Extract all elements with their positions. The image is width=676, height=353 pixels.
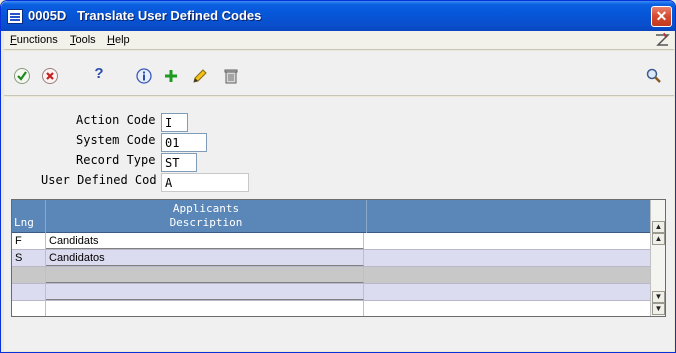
cell-blank xyxy=(367,250,650,266)
cancel-x-icon[interactable] xyxy=(41,67,59,85)
window-title: 0005D Translate User Defined Codes xyxy=(28,8,262,23)
scroll-bottom-button[interactable]: ▼ xyxy=(652,303,665,315)
menu-functions[interactable]: Functions xyxy=(10,34,58,46)
record-type-label: Record Type xyxy=(76,153,156,167)
translate-udc-window: 0005D Translate User Defined Codes ✕ Fun… xyxy=(0,0,676,353)
cell-lng[interactable] xyxy=(12,284,46,300)
close-button[interactable]: ✕ xyxy=(651,6,672,27)
cell-lng[interactable]: F xyxy=(12,233,46,249)
search-magnifier-icon[interactable] xyxy=(645,67,663,85)
table-row[interactable] xyxy=(12,301,650,316)
title-bar[interactable]: 0005D Translate User Defined Codes ✕ xyxy=(1,1,675,31)
cell-blank xyxy=(367,301,650,316)
column-header-description-label: Description xyxy=(169,216,243,229)
add-plus-icon[interactable] xyxy=(162,67,180,85)
scroll-top-button[interactable]: ▲ xyxy=(652,221,665,233)
menu-functions-label: unctions xyxy=(16,34,58,46)
edit-pencil-icon[interactable] xyxy=(191,67,209,85)
record-type-field[interactable]: ST xyxy=(161,153,197,172)
menu-help-label: elp xyxy=(114,34,130,46)
cell-lng[interactable] xyxy=(12,301,46,316)
toolbar: ? xyxy=(4,51,674,96)
system-code-label: System Code xyxy=(76,133,156,147)
cell-description[interactable] xyxy=(46,284,364,300)
cell-blank xyxy=(367,284,650,300)
app-form-icon xyxy=(7,9,23,24)
oneworld-logo-icon xyxy=(654,32,670,48)
menu-help[interactable]: Help xyxy=(107,34,130,46)
cell-lng[interactable] xyxy=(12,267,46,283)
table-row[interactable]: S Candidatos xyxy=(12,250,650,267)
menu-functions-accel: F xyxy=(10,34,17,46)
grid-vertical-scrollbar[interactable]: ▲ ▲ ▼ ▼ xyxy=(650,200,665,316)
action-code-field[interactable]: I xyxy=(161,113,188,132)
user-defined-code-label: User Defined Cod xyxy=(41,173,157,187)
cell-blank xyxy=(367,267,650,283)
column-header-lng-label: Lng xyxy=(14,216,34,229)
cell-blank xyxy=(367,233,650,249)
column-header-description[interactable]: Applicants Description xyxy=(46,200,367,233)
cell-description[interactable]: Candidatos xyxy=(46,250,364,266)
action-code-label: Action Code xyxy=(76,113,156,127)
cell-lng[interactable]: S xyxy=(12,250,46,266)
cell-description[interactable] xyxy=(46,267,364,283)
system-code-field[interactable]: 01 xyxy=(161,133,207,152)
scroll-down-button[interactable]: ▼ xyxy=(652,291,665,303)
user-defined-code-field[interactable]: A xyxy=(161,173,249,192)
help-question-icon[interactable]: ? xyxy=(90,65,108,83)
menu-help-accel: H xyxy=(107,34,115,46)
column-header-lng[interactable]: Lng xyxy=(12,200,46,233)
information-icon[interactable] xyxy=(135,67,153,85)
form-area: Action Code I System Code 01 Record Type… xyxy=(4,97,674,351)
delete-trash-icon[interactable] xyxy=(222,67,240,85)
ok-check-icon[interactable] xyxy=(13,67,31,85)
cell-description[interactable] xyxy=(46,301,364,316)
table-row[interactable]: F Candidats xyxy=(12,233,650,250)
column-header-blank xyxy=(367,200,650,233)
menu-bar: Functions Tools Help xyxy=(4,31,674,50)
table-row[interactable] xyxy=(12,284,650,301)
grid-header: Lng Applicants Description xyxy=(12,200,650,233)
translation-grid: Lng Applicants Description F Candidats S… xyxy=(11,199,666,317)
menu-tools-label: ools xyxy=(75,34,96,46)
cell-description[interactable]: Candidats xyxy=(46,233,364,249)
scroll-up-button[interactable]: ▲ xyxy=(652,233,665,245)
column-header-applicants-label: Applicants xyxy=(172,202,240,215)
table-row[interactable] xyxy=(12,267,650,284)
menu-tools[interactable]: Tools xyxy=(70,34,96,46)
